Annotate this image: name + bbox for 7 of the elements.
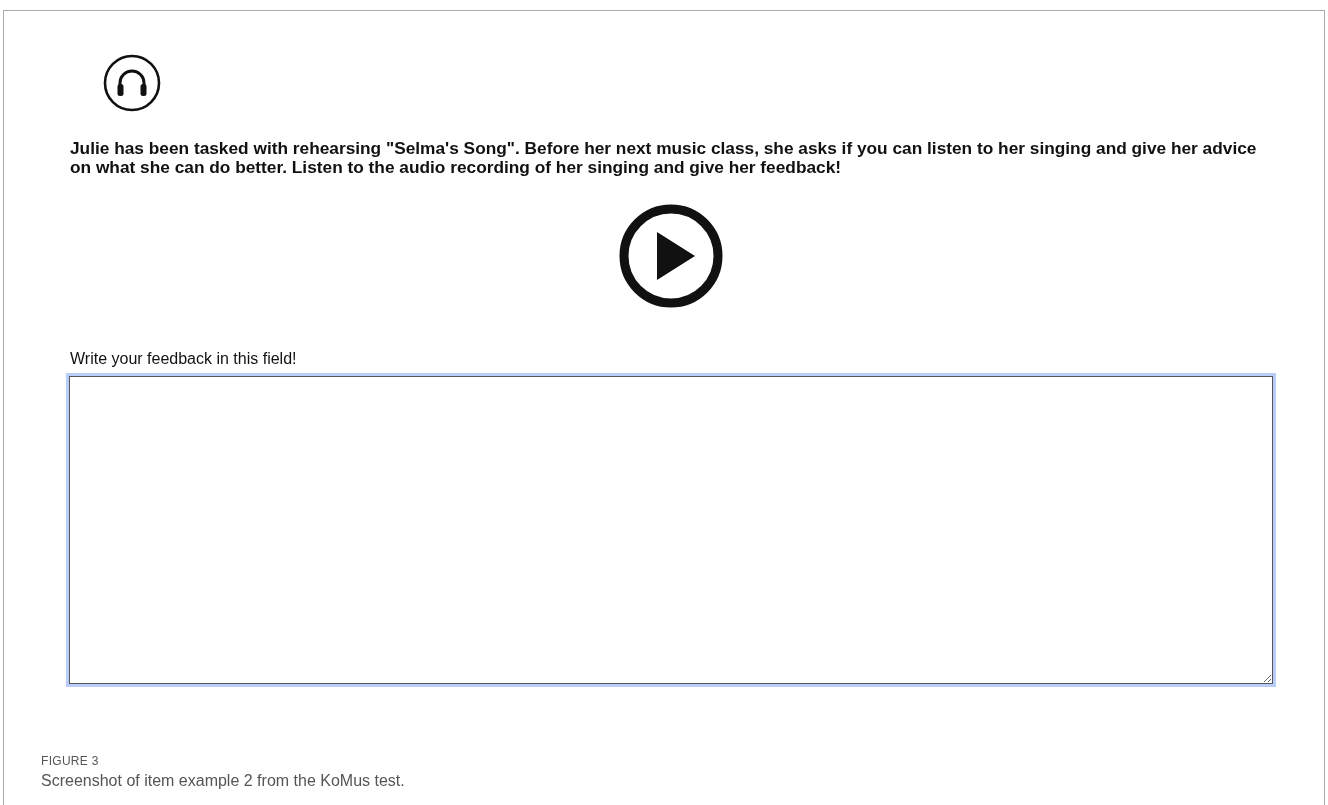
caption-text: Screenshot of item example 2 from the KoMus test. xyxy=(41,772,405,790)
headphones-icon xyxy=(102,53,162,113)
feedback-field[interactable] xyxy=(69,376,1273,684)
field-label: Write your feedback in this field! xyxy=(70,350,297,368)
question-text: Julie has been tasked with rehearsing "Selma's Song". Before her next music class, she asks if you can listen to her singing and give her advice on what she can do better. Listen to the audio recording of her singing and give her feedback! xyxy=(70,139,1258,177)
play-button[interactable] xyxy=(617,202,725,310)
figure-label: FIGURE 3 xyxy=(41,754,99,768)
